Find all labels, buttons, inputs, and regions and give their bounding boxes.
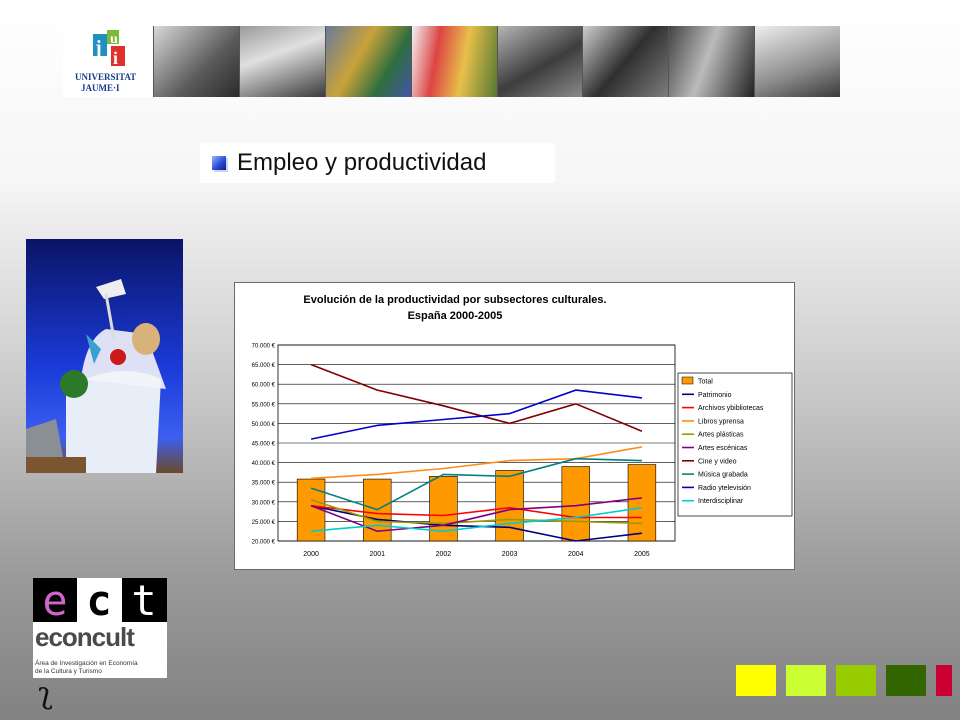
logo-line1: UNIVERSITAT [75,72,136,82]
svg-text:u: u [110,32,118,47]
x-tick-label: 2002 [436,551,452,558]
bar-total [627,464,657,542]
bar-total [495,470,524,542]
y-tick-label: 40.000 € [252,461,276,467]
slide-title: Empleo y productividad [237,149,487,176]
logo-subtitle-line1: Área de Investigación en Economía [35,660,138,667]
legend-label: Total [698,379,713,386]
y-tick-label: 30.000 € [252,500,276,506]
logo-line2: JAUME·I [81,83,120,93]
historic-photo-6 [582,26,669,97]
legend-label: Patrimonio [698,392,732,399]
slide-title-box: Empleo y productividad [200,143,555,183]
legend-label: Artes escénicas [698,445,748,452]
econcult-logo: e c t econcult Área de Investigación en … [33,578,167,678]
productivity-chart: Evolución de la productividad por subsec… [234,282,795,570]
legend-label: Archivos ybibliotecas [698,405,764,412]
x-tick-label: 2000 [303,551,319,558]
legend-label: Libros yprensa [698,418,744,425]
legend-label: Cine y video [698,458,737,465]
y-tick-label: 25.000 € [252,520,276,526]
color-square-green [836,665,876,696]
y-tick-label: 20.000 € [252,540,276,546]
header-banner: j u i UNIVERSITAT JAUME·I [63,26,840,97]
logo-letter-t: t [131,578,156,622]
svg-text:i: i [113,48,118,68]
logo-name: econcult [35,622,135,652]
historic-photo-5 [496,26,583,97]
historic-photo-1 [153,26,239,97]
legend-swatch [681,376,694,385]
x-tick-label: 2003 [502,551,518,558]
color-square-red [936,665,952,696]
historic-photo-2 [238,26,325,97]
decorative-glyph: ʅ [38,676,53,711]
x-tick-label: 2004 [568,551,584,558]
y-tick-label: 70.000 € [252,344,276,350]
logo-letter-c: c [86,578,111,622]
historic-photo-4 [410,26,497,97]
historic-photo-7 [668,26,755,97]
y-tick-label: 50.000 € [252,422,276,428]
y-tick-label: 35.000 € [252,481,276,487]
sculpture-photo [26,239,183,473]
legend-label: Interdisciplinar [698,498,744,505]
color-square-lime [786,665,826,696]
university-logo: j u i UNIVERSITAT JAUME·I [63,26,153,97]
square-bullet-icon [212,156,226,170]
y-tick-label: 60.000 € [252,383,276,389]
legend-label: Música grabada [698,472,748,479]
svg-text:j: j [94,37,102,59]
y-tick-label: 45.000 € [252,442,276,448]
series-line [310,363,643,432]
y-tick-label: 55.000 € [252,402,276,408]
legend-label: Radio ytelevisión [698,485,751,492]
color-square-yellow [736,665,776,696]
historic-photo-3 [324,26,411,97]
y-tick-label: 65.000 € [252,363,276,369]
logo-subtitle-line2: de la Cultura y Turismo [35,668,102,675]
logo-letter-e: e [42,578,67,622]
chart-title-line1: Evolución de la productividad por subsec… [303,294,606,306]
color-square-dark-green [886,665,926,696]
legend-label: Artes plásticas [698,432,744,439]
x-tick-label: 2001 [369,551,385,558]
historic-photo-8 [754,26,840,97]
chart-title-line2: España 2000-2005 [408,310,503,322]
x-tick-label: 2005 [634,551,650,558]
